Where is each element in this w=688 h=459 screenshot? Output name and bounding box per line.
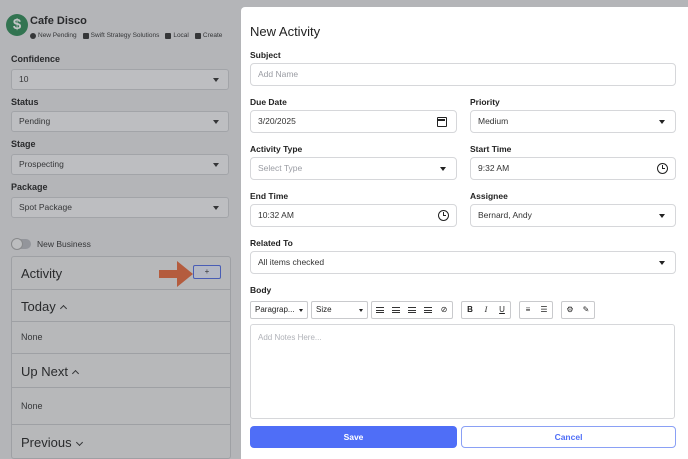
assignee-select[interactable]: Bernard, Andy [470, 204, 676, 227]
subject-input[interactable]: Add Name [250, 63, 676, 86]
format-group: B I U [461, 301, 511, 319]
align-group: ⊘ [371, 301, 453, 319]
save-button[interactable]: Save [250, 426, 457, 448]
insert-group: ⚙ ✎ [561, 301, 595, 319]
due-date-label: Due Date [250, 97, 287, 107]
end-time-input[interactable]: 10:32 AM [250, 204, 457, 227]
start-time-label: Start Time [470, 144, 512, 154]
start-time-input[interactable]: 9:32 AM [470, 157, 676, 180]
subject-label: Subject [250, 50, 281, 60]
clear-format-icon[interactable]: ⊘ [436, 302, 452, 318]
end-time-label: End Time [250, 191, 289, 201]
chevron-down-icon [299, 309, 303, 312]
numbered-list-icon[interactable]: ≡ [520, 302, 536, 318]
cancel-button[interactable]: Cancel [461, 426, 676, 448]
clock-icon[interactable] [438, 210, 449, 221]
modal-title: New Activity [250, 24, 321, 39]
chevron-down-icon [359, 309, 363, 312]
activity-type-label: Activity Type [250, 144, 303, 154]
merge-field-icon[interactable]: ⚙ [562, 302, 578, 318]
priority-label: Priority [470, 97, 500, 107]
editor-toolbar: Paragrap... Size ⊘ B I U ≡ ☰ ⚙ ✎ [250, 301, 595, 319]
activity-type-select[interactable]: Select Type [250, 157, 457, 180]
clock-icon[interactable] [657, 163, 668, 174]
related-to-label: Related To [250, 238, 293, 248]
priority-select[interactable]: Medium [470, 110, 676, 133]
bullet-list-icon[interactable]: ☰ [536, 302, 552, 318]
size-select[interactable]: Size [311, 301, 368, 319]
list-group: ≡ ☰ [519, 301, 553, 319]
align-left-icon[interactable] [372, 302, 388, 318]
chevron-down-icon [659, 261, 665, 265]
bold-button[interactable]: B [462, 302, 478, 318]
related-to-select[interactable]: All items checked [250, 251, 676, 274]
template-icon[interactable]: ✎ [578, 302, 594, 318]
body-editor[interactable]: Add Notes Here... [250, 324, 675, 419]
chevron-down-icon [659, 120, 665, 124]
new-activity-modal: New Activity Subject Add Name Due Date 3… [241, 7, 688, 459]
due-date-input[interactable]: 3/20/2025 [250, 110, 457, 133]
chevron-down-icon [440, 167, 446, 171]
italic-button[interactable]: I [478, 302, 494, 318]
align-right-icon[interactable] [404, 302, 420, 318]
paragraph-select[interactable]: Paragrap... [250, 301, 308, 319]
align-justify-icon[interactable] [420, 302, 436, 318]
chevron-down-icon [659, 214, 665, 218]
underline-button[interactable]: U [494, 302, 510, 318]
align-center-icon[interactable] [388, 302, 404, 318]
body-label: Body [250, 285, 272, 295]
assignee-label: Assignee [470, 191, 508, 201]
calendar-icon[interactable] [437, 117, 447, 127]
